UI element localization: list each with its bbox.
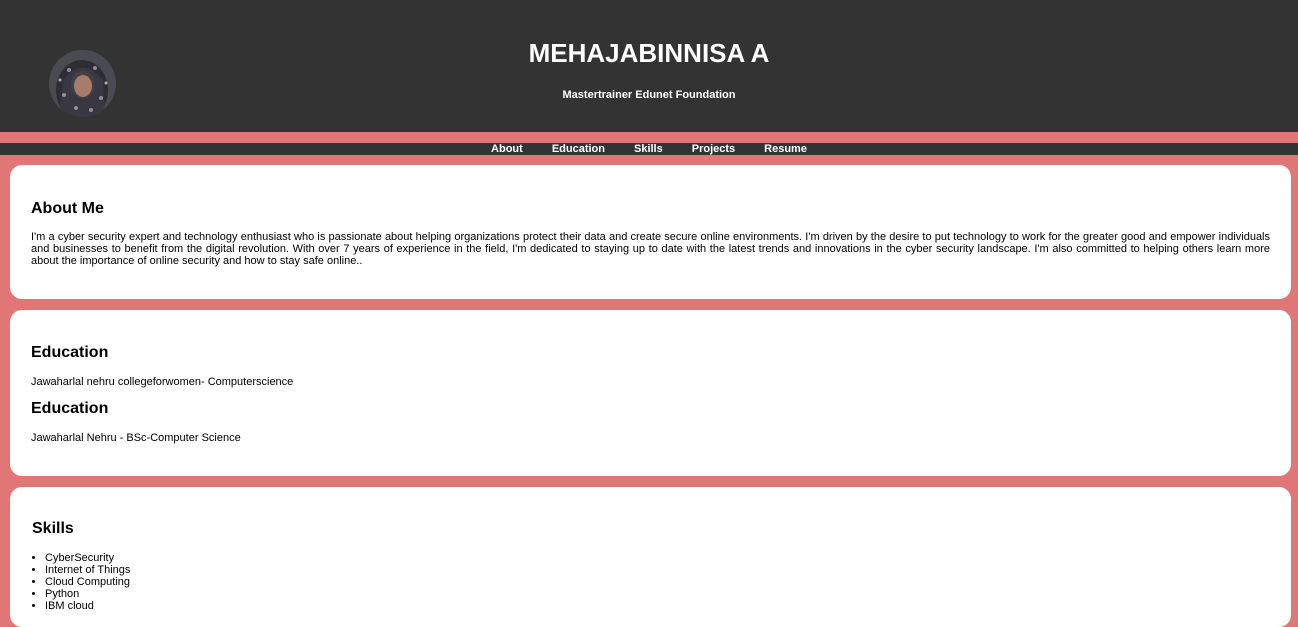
list-item: Internet of Things [45, 564, 130, 576]
skills-section: Skills CyberSecurity Internet of Things … [10, 487, 1291, 627]
about-text: I'm a cyber security expert and technolo… [31, 231, 1270, 267]
education-text: Jawaharlal Nehru - BSc-Computer Science [31, 432, 241, 444]
list-item: CyberSecurity [45, 552, 130, 564]
nav-link-education[interactable]: Education [552, 143, 605, 155]
education-text: Jawaharlal nehru collegeforwomen- Comput… [31, 376, 294, 388]
education-heading: Education [31, 344, 109, 361]
about-heading: About Me [31, 200, 104, 217]
list-item: Cloud Computing [45, 576, 130, 588]
skills-heading: Skills [32, 520, 74, 537]
list-item: IBM cloud [45, 600, 130, 612]
skills-list: CyberSecurity Internet of Things Cloud C… [32, 552, 130, 612]
nav-link-about[interactable]: About [491, 143, 523, 155]
nav-link-projects[interactable]: Projects [692, 143, 735, 155]
nav-link-resume[interactable]: Resume [764, 143, 807, 155]
list-item: Python [45, 588, 130, 600]
page-subtitle: Mastertrainer Edunet Foundation [562, 89, 736, 101]
nav-link-skills[interactable]: Skills [634, 143, 663, 155]
education-heading: Education [31, 400, 109, 417]
site-header: MEHAJABINNISA A Mastertrainer Edunet Fou… [0, 0, 1298, 132]
education-section: Education Jawaharlal nehru collegeforwom… [10, 310, 1291, 476]
nav-bar: About Education Skills Projects Resume [0, 143, 1298, 155]
page-title: MEHAJABINNISA A [528, 38, 770, 68]
about-section: About Me I'm a cyber security expert and… [10, 165, 1291, 299]
